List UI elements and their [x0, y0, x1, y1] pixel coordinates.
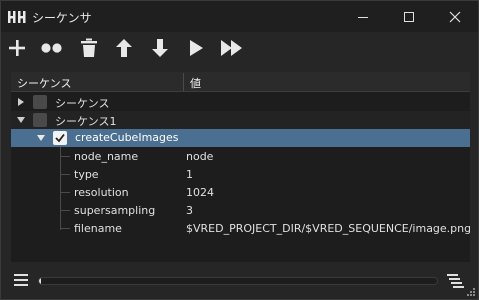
group-button[interactable]	[39, 36, 65, 60]
tree-row-sequence[interactable]: シーケンス	[11, 93, 470, 111]
checkbox-checked[interactable]	[53, 131, 67, 145]
close-icon	[449, 11, 461, 22]
menu-icon[interactable]	[14, 274, 28, 286]
progress-fill	[39, 278, 41, 284]
collapse-arrow-icon[interactable]	[17, 116, 25, 124]
property-value[interactable]: 1024	[186, 186, 214, 199]
property-name: supersampling	[74, 204, 156, 217]
window-title: シーケンサ	[32, 11, 92, 25]
run-button[interactable]	[183, 36, 209, 60]
expand-arrow-icon[interactable]	[17, 98, 25, 106]
run-all-icon	[221, 40, 242, 56]
progress-bar	[38, 277, 438, 285]
minimize-icon	[358, 16, 368, 18]
property-row[interactable]: node_name node	[11, 148, 470, 166]
property-row[interactable]: resolution 1024	[11, 184, 470, 202]
property-value[interactable]: $VRED_PROJECT_DIR/$VRED_SEQUENCE/image.p…	[186, 222, 470, 235]
sequencer-window: シーケンサ シーケンス 値 シーケンス シーケンス1 createCubeIma…	[0, 0, 479, 300]
property-name: type	[74, 168, 99, 181]
move-up-button[interactable]	[111, 36, 137, 60]
delete-icon	[81, 38, 97, 57]
app-icon	[8, 11, 26, 23]
tree-header: シーケンス 値	[11, 72, 470, 92]
bottom-bar	[1, 266, 478, 299]
property-value[interactable]: node	[186, 150, 213, 163]
property-row[interactable]: filename $VRED_PROJECT_DIR/$VRED_SEQUENC…	[11, 220, 470, 238]
property-value[interactable]: 3	[186, 204, 193, 217]
move-up-icon	[116, 39, 132, 57]
property-value[interactable]: 1	[186, 168, 193, 181]
sequence-tree: シーケンス 値 シーケンス シーケンス1 createCubeImages no…	[11, 72, 470, 262]
run-all-button[interactable]	[219, 36, 245, 60]
delete-button[interactable]	[76, 36, 102, 60]
minimize-button[interactable]	[340, 1, 386, 32]
tree-row-create-cube-images[interactable]: createCubeImages	[11, 129, 470, 147]
maximize-icon	[404, 11, 414, 22]
toolbar	[1, 32, 478, 64]
tree-row-label: createCubeImages	[75, 131, 179, 144]
sort-icon[interactable]	[447, 274, 465, 288]
add-button[interactable]	[4, 36, 30, 60]
move-down-icon	[152, 39, 168, 57]
title-bar[interactable]: シーケンサ	[1, 1, 478, 32]
tree-row-label: シーケンス	[55, 97, 110, 110]
checkbox[interactable]	[33, 95, 47, 109]
property-name: node_name	[74, 150, 139, 163]
close-button[interactable]	[432, 1, 478, 32]
tree-row-sequence1[interactable]: シーケンス1	[11, 111, 470, 129]
maximize-button[interactable]	[386, 1, 432, 32]
property-row[interactable]: supersampling 3	[11, 202, 470, 220]
group-icon	[41, 43, 62, 53]
column-header-sequence[interactable]: シーケンス	[17, 75, 71, 91]
property-name: filename	[74, 222, 122, 235]
run-icon	[190, 40, 203, 56]
column-header-value[interactable]: 値	[190, 75, 201, 91]
resize-grip-icon[interactable]	[466, 287, 476, 297]
move-down-button[interactable]	[147, 36, 173, 60]
add-icon	[9, 40, 25, 56]
check-icon	[55, 133, 65, 143]
collapse-arrow-icon[interactable]	[37, 134, 45, 142]
property-row[interactable]: type 1	[11, 166, 470, 184]
tree-row-label: シーケンス1	[55, 115, 117, 128]
column-separator[interactable]	[183, 73, 184, 91]
checkbox[interactable]	[33, 113, 47, 127]
property-name: resolution	[74, 186, 129, 199]
